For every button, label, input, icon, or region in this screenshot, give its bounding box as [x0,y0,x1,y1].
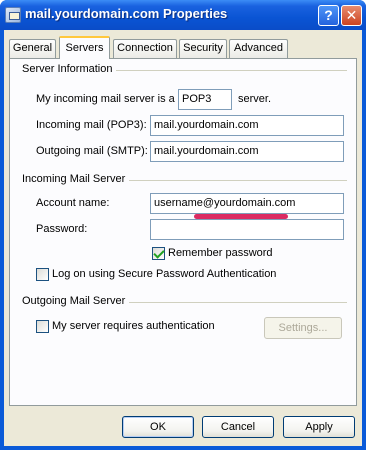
tab-security[interactable]: Security [179,39,227,58]
outgoing-mail-label: Outgoing mail (SMTP): [36,145,148,157]
password-label: Password: [36,223,88,235]
remember-password-checkbox[interactable] [152,247,165,260]
tab-connection[interactable]: Connection [113,39,177,58]
tab-servers[interactable]: Servers [59,36,110,59]
outgoing-mail-field[interactable]: mail.yourdomain.com [150,141,344,162]
outgoing-server-heading: Outgoing Mail Server [22,295,130,307]
properties-dialog: mail.yourdomain.com Properties ? ✕ Gener… [0,0,366,450]
account-name-field[interactable]: username@yourdomain.com [150,193,344,214]
tab-general[interactable]: General [9,39,56,58]
apply-button[interactable]: Apply [283,416,355,438]
password-field[interactable] [150,219,344,240]
mail-account-icon [5,7,21,23]
highlight-underline [194,214,288,219]
incoming-server-heading: Incoming Mail Server [22,173,130,185]
smtp-auth-label[interactable]: My server requires authentication [52,320,215,332]
remember-password-label[interactable]: Remember password [168,247,273,259]
incoming-mail-label: Incoming mail (POP3): [36,119,147,131]
account-name-label: Account name: [36,197,110,209]
incoming-type-label: My incoming mail server is a [36,93,175,105]
cancel-button[interactable]: Cancel [202,416,274,438]
dialog-client-area: General Servers Connection Security Adva… [4,30,362,446]
ok-button[interactable]: OK [122,416,194,438]
help-button[interactable]: ? [318,5,339,26]
spa-checkbox[interactable] [36,268,49,281]
spa-label[interactable]: Log on using Secure Password Authenticat… [52,268,276,280]
incoming-type-field: POP3 [178,89,232,110]
close-button[interactable]: ✕ [341,5,362,26]
tab-advanced[interactable]: Advanced [229,39,288,58]
server-info-heading: Server Information [22,63,117,75]
window-title: mail.yourdomain.com Properties [25,6,228,21]
servers-tab-panel: Server Information My incoming mail serv… [9,58,357,406]
title-bar[interactable]: mail.yourdomain.com Properties ? ✕ [0,0,366,30]
smtp-auth-checkbox[interactable] [36,320,49,333]
settings-button[interactable]: Settings... [264,317,342,339]
incoming-mail-field[interactable]: mail.yourdomain.com [150,115,344,136]
incoming-type-suffix: server. [238,93,272,105]
